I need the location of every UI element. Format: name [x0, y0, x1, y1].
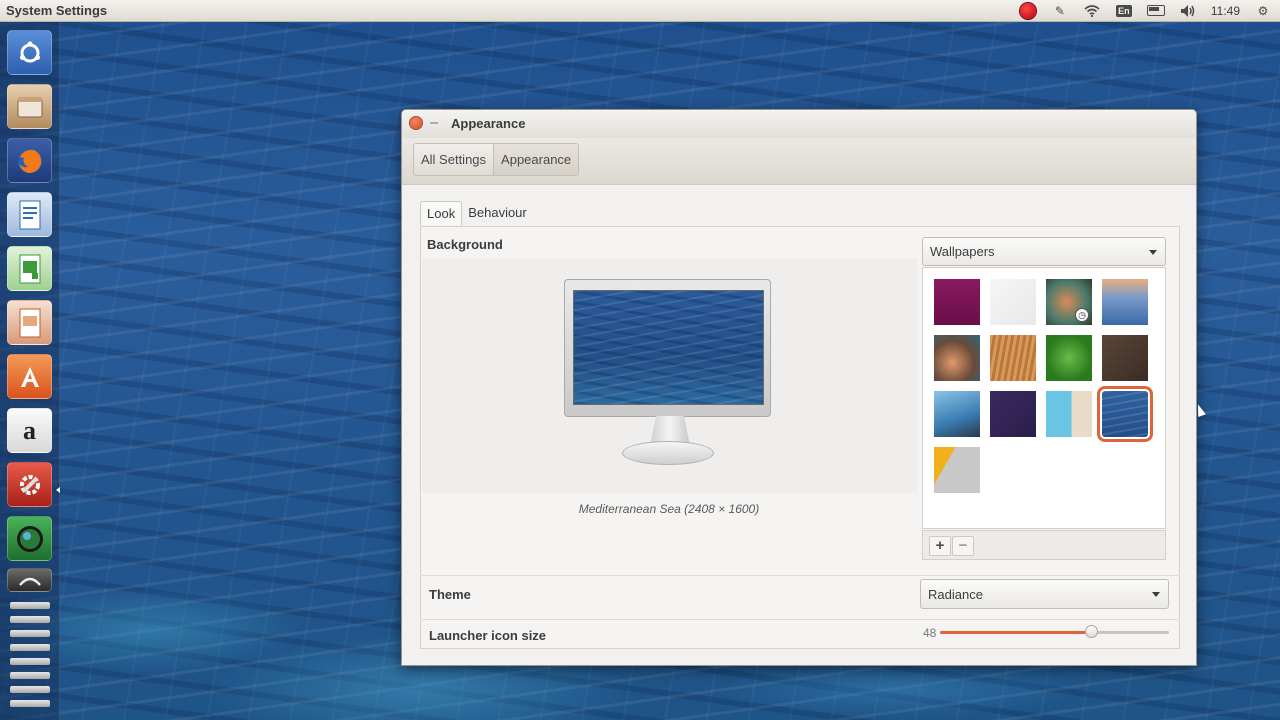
- divider: [420, 619, 1180, 620]
- mediterranean-sea-wallpaper[interactable]: [1097, 386, 1153, 442]
- clock[interactable]: 11:49: [1211, 4, 1240, 18]
- palm-wallpaper[interactable]: [934, 391, 980, 437]
- folded-launcher-icon[interactable]: [10, 686, 50, 693]
- wallpaper-source-select[interactable]: Wallpapers: [922, 237, 1166, 266]
- golden-grass-wallpaper[interactable]: [990, 335, 1036, 381]
- yellow-grey-wallpaper[interactable]: [934, 447, 980, 493]
- light-grey-wallpaper[interactable]: [990, 279, 1036, 325]
- theme-value: Radiance: [928, 586, 983, 602]
- active-app-title: System Settings: [6, 3, 108, 18]
- appearance-breadcrumb[interactable]: Appearance: [493, 144, 579, 175]
- minimize-icon[interactable]: [430, 122, 438, 124]
- screen-recorder-icon[interactable]: [7, 516, 52, 561]
- dark-wood-wallpaper[interactable]: [1102, 335, 1148, 381]
- wallpaper-caption: Mediterranean Sea (2408 × 1600): [578, 502, 760, 516]
- system-settings-icon[interactable]: [7, 462, 52, 507]
- slideshow-clock-icon: ◷: [1075, 308, 1089, 322]
- folded-launcher-icon[interactable]: [10, 616, 50, 623]
- launcher: a: [0, 22, 60, 720]
- folded-launcher-icon[interactable]: [10, 644, 50, 651]
- monitor-frame: [564, 279, 771, 417]
- launcher-icon-size-slider[interactable]: [940, 625, 1169, 638]
- pencil-icon[interactable]: ✎: [1051, 3, 1069, 19]
- keyboard-layout-icon[interactable]: En: [1115, 3, 1133, 19]
- background-label: Background: [427, 237, 503, 252]
- monitor-screen: [573, 290, 764, 405]
- firefox-icon[interactable]: [7, 138, 52, 183]
- running-indicator: [56, 487, 60, 493]
- window-title: Appearance: [451, 116, 526, 131]
- divider: [420, 575, 1180, 576]
- files-icon[interactable]: [7, 84, 52, 129]
- folded-launcher-icon[interactable]: [10, 630, 50, 637]
- volume-icon[interactable]: [1179, 3, 1197, 19]
- sunset-sea-wallpaper[interactable]: [1102, 279, 1148, 325]
- launcher-icon-size-label: Launcher icon size: [429, 628, 547, 643]
- battery-icon[interactable]: [1146, 3, 1165, 19]
- monitor-base: [622, 441, 714, 465]
- flower-wallpaper[interactable]: ◷: [1046, 279, 1092, 325]
- green-leaves-wallpaper[interactable]: [1046, 335, 1092, 381]
- wallpaper-source-value: Wallpapers: [930, 244, 995, 259]
- folded-launcher-icon[interactable]: [10, 700, 50, 707]
- window-titlebar[interactable]: Appearance: [402, 110, 1196, 138]
- dark-purple-wallpaper[interactable]: [990, 391, 1036, 437]
- folded-launcher-icon[interactable]: [10, 672, 50, 679]
- tab-look[interactable]: Look: [420, 201, 463, 225]
- all-settings-button[interactable]: All Settings: [414, 144, 493, 175]
- chevron-down-icon: [1149, 249, 1157, 255]
- slider-fill: [940, 631, 1092, 634]
- tab-behaviour[interactable]: Behaviour: [462, 201, 533, 225]
- stacked-launcher-icon[interactable]: [7, 568, 52, 592]
- impress-icon[interactable]: [7, 300, 52, 345]
- top-panel: System Settings ✎ En 11:49 ⚙: [0, 0, 1280, 22]
- launcher-icon-size-value: 48: [923, 626, 937, 640]
- close-icon[interactable]: [410, 117, 422, 129]
- writer-icon[interactable]: [7, 192, 52, 237]
- tab-bar: Look Behaviour: [420, 201, 533, 225]
- keyboard-layout-label: En: [1116, 4, 1132, 17]
- theme-label: Theme: [429, 587, 471, 602]
- folded-launcher-icon[interactable]: [10, 658, 50, 665]
- system-tray: ✎ En 11:49 ⚙: [1019, 2, 1280, 19]
- wifi-icon[interactable]: [1083, 3, 1101, 19]
- wallpaper-grid: ◷: [922, 267, 1166, 529]
- wallpaper-add-remove-bar: + −: [922, 530, 1166, 560]
- add-wallpaper-button[interactable]: +: [929, 536, 951, 556]
- purple-wallpaper[interactable]: [934, 279, 980, 325]
- window-toolbar: All Settings Appearance: [402, 138, 1196, 185]
- folded-launcher-icon[interactable]: [10, 602, 50, 609]
- ubuntu-dash-icon[interactable]: [7, 30, 52, 75]
- building-wallpaper[interactable]: [1046, 391, 1092, 437]
- breadcrumb: All Settings Appearance: [413, 143, 580, 176]
- theme-select[interactable]: Radiance: [920, 579, 1169, 609]
- calc-icon[interactable]: [7, 246, 52, 291]
- chevron-down-icon: [1152, 592, 1160, 597]
- gear-icon[interactable]: ⚙: [1254, 3, 1272, 19]
- amazon-icon[interactable]: a: [7, 408, 52, 453]
- software-center-icon[interactable]: [7, 354, 52, 399]
- shell-wallpaper[interactable]: [934, 335, 980, 381]
- record-icon[interactable]: [1019, 2, 1037, 19]
- remove-wallpaper-button[interactable]: −: [952, 536, 974, 556]
